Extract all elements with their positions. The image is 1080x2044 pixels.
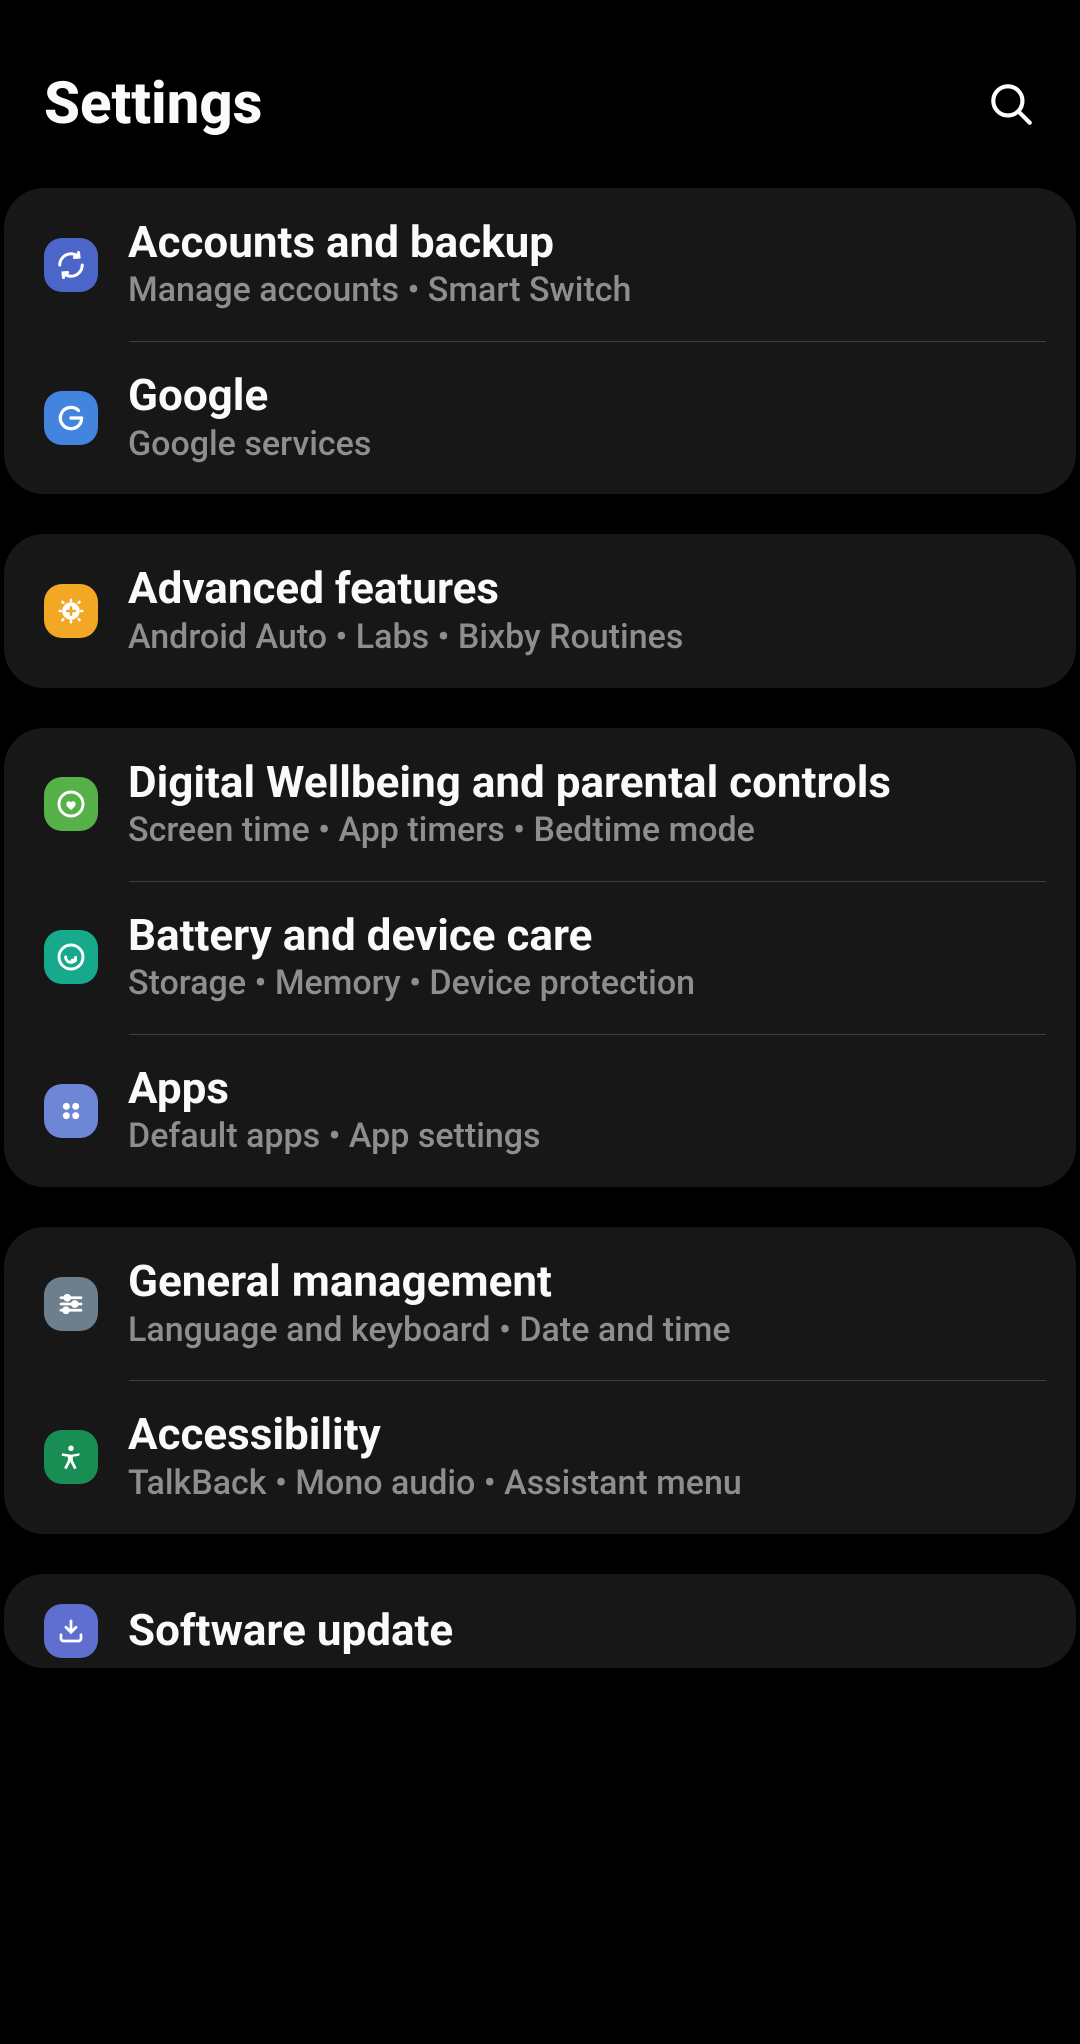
row-title: Digital Wellbeing and parental controls: [128, 758, 1036, 806]
row-title: Accounts and backup: [128, 218, 1036, 266]
row-subtitle: Manage accounts • Smart Switch: [128, 270, 1036, 311]
row-subtitle: Language and keyboard • Date and time: [128, 1310, 1036, 1351]
row-text: Advanced features Android Auto • Labs • …: [128, 564, 1036, 657]
row-title: Accessibility: [128, 1410, 1036, 1458]
row-title: General management: [128, 1257, 1036, 1305]
settings-screen: Settings Accounts and backup Manage acco…: [0, 0, 1080, 2044]
settings-group: Accounts and backup Manage accounts • Sm…: [4, 188, 1076, 494]
search-button[interactable]: [986, 79, 1036, 129]
row-text: Apps Default apps • App settings: [128, 1064, 1036, 1157]
page-title: Settings: [44, 70, 262, 138]
header: Settings: [4, 0, 1076, 188]
row-title: Advanced features: [128, 564, 1036, 612]
row-general-management[interactable]: General management Language and keyboard…: [4, 1227, 1076, 1380]
row-digital-wellbeing[interactable]: Digital Wellbeing and parental controls …: [4, 728, 1076, 881]
google-icon: [44, 391, 98, 445]
accessibility-icon: [44, 1430, 98, 1484]
plus-gear-icon: [44, 584, 98, 638]
row-title: Apps: [128, 1064, 1036, 1112]
row-subtitle: Storage • Memory • Device protection: [128, 963, 1036, 1004]
row-apps[interactable]: Apps Default apps • App settings: [4, 1034, 1076, 1187]
apps-icon: [44, 1084, 98, 1138]
row-advanced-features[interactable]: Advanced features Android Auto • Labs • …: [4, 534, 1076, 687]
search-icon: [986, 79, 1036, 129]
row-subtitle: Android Auto • Labs • Bixby Routines: [128, 617, 1036, 658]
row-accounts-and-backup[interactable]: Accounts and backup Manage accounts • Sm…: [4, 188, 1076, 341]
row-subtitle: Screen time • App timers • Bedtime mode: [128, 810, 1036, 851]
row-title: Battery and device care: [128, 911, 1036, 959]
row-text: Software update: [128, 1606, 1036, 1654]
settings-group: Digital Wellbeing and parental controls …: [4, 728, 1076, 1188]
row-battery-device-care[interactable]: Battery and device care Storage • Memory…: [4, 881, 1076, 1034]
row-google[interactable]: Google Google services: [4, 341, 1076, 494]
sliders-icon: [44, 1277, 98, 1331]
row-accessibility[interactable]: Accessibility TalkBack • Mono audio • As…: [4, 1380, 1076, 1533]
settings-group: Software update: [4, 1574, 1076, 1668]
settings-group: Advanced features Android Auto • Labs • …: [4, 534, 1076, 687]
row-title: Software update: [128, 1606, 1036, 1654]
settings-group: General management Language and keyboard…: [4, 1227, 1076, 1533]
sync-icon: [44, 238, 98, 292]
row-text: Battery and device care Storage • Memory…: [128, 911, 1036, 1004]
row-title: Google: [128, 371, 1036, 419]
update-icon: [44, 1604, 98, 1658]
row-software-update[interactable]: Software update: [4, 1574, 1076, 1668]
row-text: Google Google services: [128, 371, 1036, 464]
wellbeing-icon: [44, 777, 98, 831]
row-subtitle: Google services: [128, 424, 1036, 465]
row-text: Accessibility TalkBack • Mono audio • As…: [128, 1410, 1036, 1503]
care-icon: [44, 930, 98, 984]
row-subtitle: TalkBack • Mono audio • Assistant menu: [128, 1463, 1036, 1504]
row-subtitle: Default apps • App settings: [128, 1116, 1036, 1157]
row-text: Accounts and backup Manage accounts • Sm…: [128, 218, 1036, 311]
row-text: Digital Wellbeing and parental controls …: [128, 758, 1036, 851]
row-text: General management Language and keyboard…: [128, 1257, 1036, 1350]
